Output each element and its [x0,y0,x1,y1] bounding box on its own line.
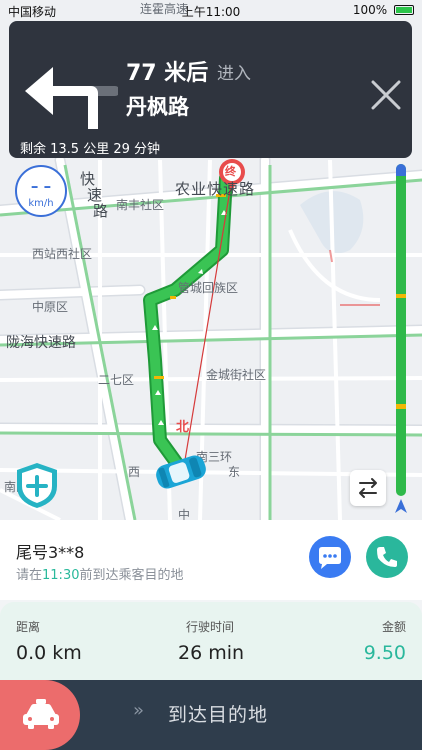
amount-label: 金额 [381,620,406,634]
map-label-longhai: 陇海快速路 [6,335,76,351]
arrive-destination-label[interactable]: 到达目的地 [168,700,268,727]
route-switch-icon [359,478,377,498]
battery-icon [394,5,414,15]
car-icon [156,455,206,489]
battery-status: 100% [353,3,414,17]
distance-label: 距离 [16,620,41,634]
navigation-screen: 终 快 速 路 农业快速路 南丰社区 西站西社区 中原区 陇海快速路 管城回族区… [0,0,422,750]
trip-stats: 距离 0.0 km 行驶时间 26 min 金额 9.50 [0,602,422,680]
phone-icon [377,547,397,567]
chat-icon [319,547,341,569]
map-label-zhong: 中 [178,508,191,520]
map-label-zhongyuan: 中原区 [32,300,69,314]
speed-value: – – [30,177,52,195]
map-label-dong: 东 [228,465,241,479]
route-progress-bar [396,164,406,496]
close-navigation-button[interactable] [369,78,403,112]
battery-percent: 100% [352,3,388,17]
chat-button[interactable] [309,536,351,578]
taxi-icon [23,699,59,729]
map-label-lu: 路 [93,202,110,220]
distance-value: 0.0 km [16,642,82,664]
arrival-hint-suffix: 前到达乘客目的地 [79,568,184,583]
trip-info-panel: 尾号3**8 请在11:30前到达乘客目的地 [0,520,422,600]
status-bar: 中国移动 上午11:00 100% [0,0,422,22]
destination-marker-label: 终 [225,165,236,178]
route-options-button[interactable] [350,470,386,506]
arrival-hint: 请在11:30前到达乘客目的地 [16,564,184,583]
map-label-jincheng: 金城街社区 [206,368,267,382]
map-label-erqi: 二七区 [98,373,135,387]
amount-value: 9.50 [363,642,406,664]
safety-shield-button[interactable] [12,460,62,510]
duration-label: 行驶时间 [186,620,235,634]
call-button[interactable] [366,536,408,578]
map-label-guancheng: 管城回族区 [178,281,239,295]
navigation-card: 77 米后 进入 丹枫路 剩余 13.5 公里 29 分钟 [9,21,412,158]
map-label-nanfeng: 南丰社区 [116,198,165,212]
arrival-hint-prefix: 请在 [16,568,43,583]
speed-unit: km/h [28,198,54,209]
next-road-name: 丹枫路 [126,95,189,119]
north-marker: 北 [176,420,190,435]
turn-action: 进入 [217,64,251,84]
map-label-xizhan: 西站西社区 [32,247,93,261]
arrival-deadline: 11:30 [42,568,80,583]
duration-value: 26 min [178,642,245,664]
turn-distance: 77 米后 [126,61,209,86]
current-position-icon [395,499,407,513]
passenger-plate: 尾号3**8 [16,543,85,562]
speed-indicator: – – km/h [15,165,67,217]
remaining-summary: 剩余 13.5 公里 29 分钟 [20,142,161,157]
map-label-nongye-road: 农业快速路 [175,180,256,198]
map-label-xi: 西 [128,465,141,479]
turn-left-icon [25,67,118,129]
swipe-arrows-icon: » [133,700,145,721]
